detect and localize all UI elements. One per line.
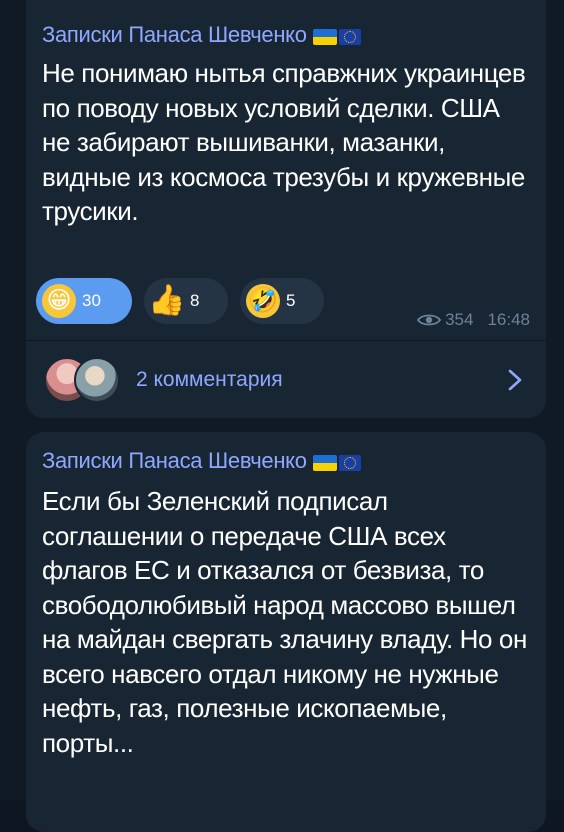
comments-button[interactable]: 2 комментария [26, 341, 546, 418]
avatar [74, 357, 120, 403]
reaction-count: 5 [286, 291, 296, 310]
post-author[interactable]: Записки Панаса Шевченко [42, 448, 361, 475]
reaction-count: 8 [190, 291, 200, 310]
grinning-face-icon: 😁 [42, 284, 76, 318]
reaction-thumbs-up[interactable]: 👍 8 [144, 278, 228, 324]
flags-emoji [312, 449, 361, 475]
author-name[interactable]: Записки Панаса Шевченко [42, 448, 307, 473]
view-count: 354 [445, 310, 474, 329]
ukraine-flag-icon [312, 455, 337, 472]
thumbs-up-icon: 👍 [148, 284, 186, 317]
rofl-face-icon: 🤣 [246, 284, 280, 318]
comments-count-label: 2 комментария [136, 368, 283, 391]
eu-flag-icon [338, 455, 361, 472]
reaction-count: 30 [82, 291, 101, 310]
author-name[interactable]: Записки Панаса Шевченко [42, 22, 307, 47]
post-meta: 354 16:48 [417, 310, 530, 330]
views-eye-icon [417, 314, 442, 326]
eu-flag-icon [338, 29, 361, 46]
post-time: 16:48 [487, 310, 530, 329]
chevron-right-icon [508, 369, 522, 391]
channel-post-1[interactable]: Записки Панаса Шевченко Не понимаю нытья… [26, 0, 546, 418]
ukraine-flag-icon [312, 29, 337, 46]
post-author[interactable]: Записки Панаса Шевченко [42, 22, 361, 49]
commenter-avatars [44, 357, 124, 403]
reaction-rofl[interactable]: 🤣 5 [240, 278, 324, 324]
post-text: Если бы Зеленский подписал соглашении о … [42, 486, 527, 758]
reaction-grinning[interactable]: 😁 30 [36, 278, 132, 324]
flags-emoji [312, 23, 361, 49]
channel-post-2[interactable]: Записки Панаса Шевченко Если бы Зеленски… [26, 432, 546, 832]
post-text: Не понимаю нытья справжних украинцев по … [42, 58, 526, 226]
